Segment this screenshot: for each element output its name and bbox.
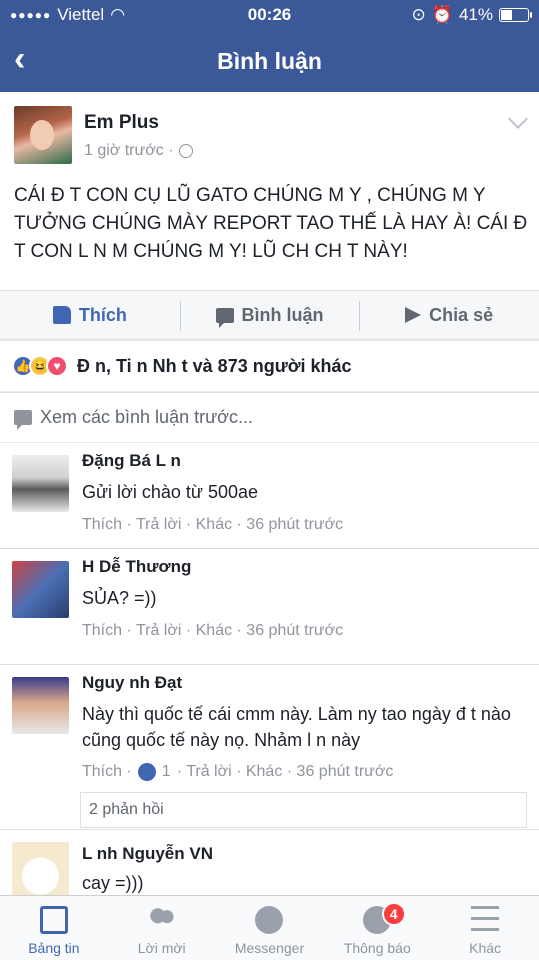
- post-action-bar: Thích Bình luận Chia sẻ: [0, 290, 539, 340]
- like-button[interactable]: Thích: [0, 291, 180, 339]
- comment-like-count[interactable]: 1: [162, 763, 171, 781]
- thumbs-up-icon: [52, 306, 71, 324]
- commenter-avatar[interactable]: [12, 677, 69, 734]
- author-avatar[interactable]: [14, 106, 72, 164]
- chevron-down-icon[interactable]: [508, 109, 528, 129]
- comment-icon: [215, 307, 234, 328]
- like-count-icon: [137, 763, 156, 781]
- messenger-icon: [255, 906, 284, 934]
- globe-icon: [179, 144, 194, 158]
- alarm-icon: ⏰: [431, 5, 453, 24]
- post-body: CÁI Đ T CON CỤ LŨ GATO CHÚNG M Y , CHÚNG…: [14, 185, 528, 262]
- tab-label: Lời mời: [137, 940, 186, 956]
- like-label: Thích: [78, 304, 127, 325]
- tab-label: Khác: [469, 940, 502, 956]
- comment-text: Gửi lời chào từ 500ae: [82, 482, 258, 502]
- reactions-text: Đ n, Ti n Nh t và 873 người khác: [77, 355, 352, 376]
- share-button[interactable]: Chia sẻ: [359, 291, 539, 339]
- status-right: ⊙ ⏰ 41%: [411, 5, 532, 25]
- battery-percent: 41%: [458, 5, 493, 24]
- notification-badge: 4: [381, 902, 406, 926]
- comment-item: Nguy nh Đạt Này thì quốc tế cái cmm này.…: [0, 664, 539, 829]
- comment-item: H Dễ Thương SỦA? =)) Thích · Trả lời · K…: [0, 548, 539, 664]
- nav-bar: ‹ Bình luận: [0, 30, 539, 92]
- view-previous-label: Xem các bình luận trước...: [40, 407, 253, 427]
- love-reaction-icon: ♥: [46, 355, 68, 377]
- menu-icon: [471, 906, 500, 934]
- bottom-tab-bar: Bảng tin Lời mời Messenger 4 Thông báo K…: [0, 895, 539, 960]
- comment-item: L nh Nguyễn VN cay =))): [0, 829, 539, 895]
- reactions-summary[interactable]: 👍 😆 ♥ Đ n, Ti n Nh t và 873 người khác: [0, 341, 539, 391]
- comment-item: Đặng Bá L n Gửi lời chào từ 500ae Thích …: [0, 443, 539, 548]
- commenter-avatar[interactable]: [12, 455, 69, 512]
- comment-meta: Thích · Trả lời · Khác · 36 phút trước: [82, 516, 344, 533]
- comment-icon: [14, 410, 32, 430]
- post-card: Em Plus 1 giờ trước · CÁI Đ T CON CỤ LŨ …: [0, 92, 539, 290]
- post-meta: 1 giờ trước ·: [84, 142, 194, 160]
- tab-label: Thông báo: [343, 940, 411, 956]
- page-title: Bình luận: [217, 48, 322, 74]
- tab-friend-requests[interactable]: Lời mời: [108, 896, 216, 960]
- commenter-avatar[interactable]: [12, 842, 69, 895]
- post-author[interactable]: Em Plus: [84, 112, 159, 134]
- status-bar: ●●●●● Viettel ◠ 00:26 ⊙ ⏰ 41%: [0, 0, 539, 30]
- comment-meta-suffix: · Trả lời · Khác · 36 phút trước: [176, 763, 394, 780]
- commenter-name[interactable]: Đặng Bá L n: [82, 451, 181, 471]
- comment-button[interactable]: Bình luận: [179, 291, 360, 339]
- share-label: Chia sẻ: [429, 304, 494, 325]
- share-arrow-icon: [405, 307, 422, 323]
- post-time[interactable]: 1 giờ trước ·: [84, 142, 173, 160]
- tab-more[interactable]: Khác: [431, 896, 539, 960]
- commenter-avatar[interactable]: [12, 561, 69, 618]
- tab-notifications[interactable]: 4 Thông báo: [323, 896, 431, 960]
- friend-requests-icon: [147, 906, 176, 934]
- view-replies-button[interactable]: 2 phản hồi: [80, 792, 527, 828]
- comment-text: Này thì quốc tế cái cmm này. Làm ny tao …: [82, 704, 511, 750]
- tab-messenger[interactable]: Messenger: [216, 896, 324, 960]
- comment-label: Bình luận: [241, 304, 324, 325]
- comment-meta: Thích · Trả lời · Khác · 36 phút trước: [82, 622, 344, 639]
- tab-label: Messenger: [234, 940, 305, 956]
- comment-text: SỦA? =)): [82, 588, 157, 608]
- news-feed-icon: [39, 906, 68, 934]
- commenter-name[interactable]: Nguy nh Đạt: [82, 673, 182, 693]
- battery-icon: [499, 8, 532, 22]
- commenter-name[interactable]: L nh Nguyễn VN: [82, 844, 213, 864]
- tab-news-feed[interactable]: Bảng tin: [0, 896, 108, 960]
- view-previous-comments[interactable]: Xem các bình luận trước...: [0, 392, 539, 442]
- comments-list: Đặng Bá L n Gửi lời chào từ 500ae Thích …: [0, 443, 539, 895]
- comment-meta: Thích · 1 · Trả lời · Khác · 36 phút trư…: [82, 763, 393, 781]
- tab-label: Bảng tin: [28, 940, 80, 956]
- comment-meta-prefix: Thích ·: [82, 763, 132, 780]
- commenter-name[interactable]: H Dễ Thương: [82, 557, 191, 577]
- rotation-lock-icon: ⊙: [411, 5, 426, 24]
- comment-text: cay =))): [82, 873, 144, 893]
